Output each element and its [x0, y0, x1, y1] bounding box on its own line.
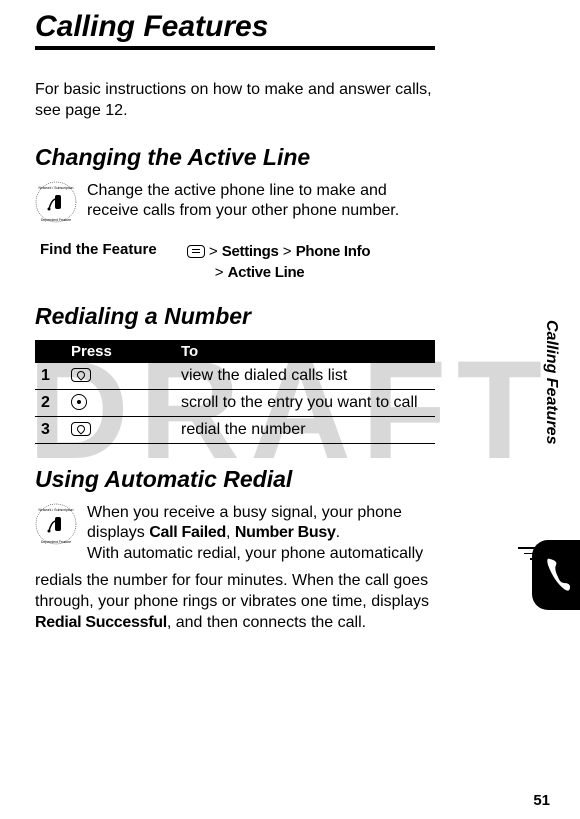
step-num: 1 — [35, 363, 65, 390]
call-key-icon — [71, 422, 91, 436]
call-key-icon — [71, 368, 91, 382]
table-row: 3 redial the number — [35, 416, 435, 443]
auto-redial-rest: redials the number for four minutes. Whe… — [35, 571, 435, 633]
press-cell — [65, 416, 175, 443]
section-changing-line-text: Change the active phone line to make and… — [87, 181, 435, 223]
press-cell — [65, 389, 175, 416]
svg-text:Dependent Feature: Dependent Feature — [41, 218, 71, 222]
table-row: 1 view the dialed calls list — [35, 363, 435, 390]
handset-icon — [544, 555, 572, 593]
page-number: 51 — [533, 792, 550, 809]
to-cell: view the dialed calls list — [175, 363, 435, 390]
path-active-line: Active Line — [228, 264, 305, 281]
press-cell — [65, 363, 175, 390]
network-feature-icon: Network / Subscription Dependent Feature — [35, 181, 77, 223]
path-phone-info: Phone Info — [296, 243, 371, 260]
section-changing-line-body: Network / Subscription Dependent Feature… — [35, 181, 435, 223]
network-feature-icon: Network / Subscription Dependent Feature — [35, 503, 77, 545]
table-head-press: Press — [65, 340, 175, 363]
step-num: 3 — [35, 416, 65, 443]
to-cell: redial the number — [175, 416, 435, 443]
find-the-feature: Find the Feature > Settings > Phone Info… — [40, 241, 435, 283]
path-settings: Settings — [222, 243, 279, 260]
page-title: Calling Features — [35, 10, 435, 50]
svg-text:Network / Subscription: Network / Subscription — [38, 508, 73, 512]
auto-redial-line1: When you receive a busy signal, your pho… — [87, 503, 435, 565]
section-auto-redial-heading: Using Automatic Redial — [35, 466, 435, 493]
side-tab-label: Calling Features — [542, 320, 560, 444]
step-num: 2 — [35, 389, 65, 416]
menu-key-icon — [187, 245, 205, 258]
find-feature-path: > Settings > Phone Info > Active Line — [187, 241, 371, 283]
nav-key-icon — [71, 394, 87, 410]
phone-side-icon — [520, 525, 580, 610]
redial-steps-table: Press To 1 view the dialed calls list 2 … — [35, 340, 435, 444]
svg-text:Network / Subscription: Network / Subscription — [38, 186, 73, 190]
intro-text: For basic instructions on how to make an… — [35, 80, 435, 122]
to-cell: scroll to the entry you want to call — [175, 389, 435, 416]
table-head-blank — [35, 340, 65, 363]
table-head-to: To — [175, 340, 435, 363]
table-row: 2 scroll to the entry you want to call — [35, 389, 435, 416]
find-feature-label: Find the Feature — [40, 241, 157, 283]
section-changing-line-heading: Changing the Active Line — [35, 144, 435, 171]
auto-redial-top: Network / Subscription Dependent Feature… — [35, 503, 435, 565]
svg-text:Dependent Feature: Dependent Feature — [41, 540, 71, 544]
page-content: Calling Features For basic instructions … — [0, 0, 490, 653]
section-redialing-heading: Redialing a Number — [35, 303, 435, 330]
